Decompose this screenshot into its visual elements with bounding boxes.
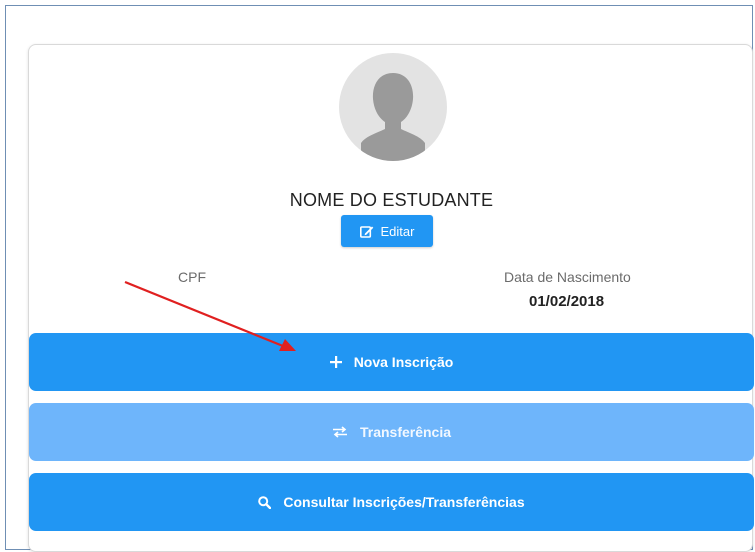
avatar — [339, 53, 447, 161]
transfer-label: Transferência — [359, 424, 452, 440]
student-name: NOME DO ESTUDANTE — [289, 190, 494, 210]
transfer-button[interactable]: Transferência — [29, 403, 754, 461]
query-enrollments-button[interactable]: Consultar Inscrições/Transferências — [29, 473, 754, 531]
exchange-icon — [332, 426, 347, 438]
cpf-label: CPF — [178, 269, 206, 285]
edit-icon — [359, 225, 373, 238]
screenshot-frame: NOME DO ESTUDANTE Editar CPF Data de Nas… — [5, 5, 754, 552]
new-enrollment-label: Nova Inscrição — [353, 354, 454, 370]
edit-button[interactable]: Editar — [341, 215, 433, 247]
edit-button-label: Editar — [380, 223, 415, 239]
birthdate-label: Data de Nascimento — [504, 269, 631, 285]
plus-icon — [329, 356, 342, 368]
search-icon — [258, 495, 272, 509]
query-enrollments-label: Consultar Inscrições/Transferências — [283, 494, 525, 510]
student-card: NOME DO ESTUDANTE Editar CPF Data de Nas… — [28, 44, 754, 552]
new-enrollment-button[interactable]: Nova Inscrição — [29, 333, 754, 391]
birthdate-value: 01/02/2018 — [529, 293, 605, 310]
user-silhouette-icon — [361, 73, 425, 161]
